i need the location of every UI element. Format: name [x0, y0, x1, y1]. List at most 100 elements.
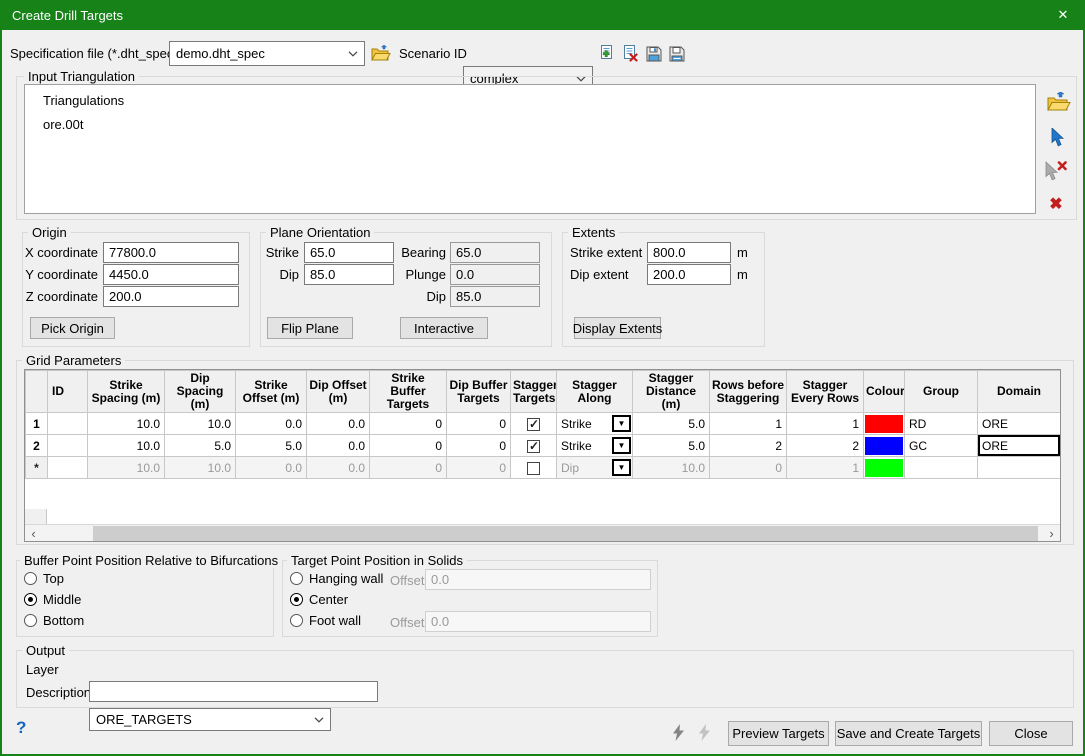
col-header-dip-buffer[interactable]: Dip Buffer Targets [447, 371, 511, 413]
scroll-right-button[interactable]: › [1043, 525, 1060, 542]
z-coordinate-field[interactable] [103, 286, 239, 307]
col-header-strike-spacing[interactable]: Strike Spacing (m) [88, 371, 165, 413]
radio-center[interactable]: Center [290, 592, 348, 607]
scrollbar-thumb[interactable] [93, 526, 1038, 541]
strike-field[interactable] [304, 242, 394, 263]
col-header-colour[interactable]: Colour [864, 371, 905, 413]
cell-strike-offset[interactable]: 0.0 [236, 457, 307, 479]
layer-combobox[interactable]: ORE_TARGETS [89, 708, 331, 731]
cell-stagger-every[interactable]: 2 [787, 435, 864, 457]
col-header-stagger-along[interactable]: Stagger Along [557, 371, 633, 413]
radio-middle[interactable]: Middle [24, 592, 81, 607]
cell-stagger-every[interactable]: 1 [787, 457, 864, 479]
cell-stagger-distance[interactable]: 5.0 [633, 413, 710, 435]
cell-id[interactable] [48, 457, 88, 479]
close-window-button[interactable]: ✕ [1041, 0, 1085, 30]
cell-strike-buffer[interactable]: 0 [370, 413, 447, 435]
cell-id[interactable] [48, 413, 88, 435]
cell-stagger-distance[interactable]: 10.0 [633, 457, 710, 479]
spec-file-combobox[interactable]: demo.dht_spec [169, 41, 365, 66]
cell-stagger-every[interactable]: 1 [787, 413, 864, 435]
list-item[interactable]: ore.00t [25, 108, 1035, 132]
strike-extent-field[interactable] [647, 242, 731, 263]
col-header-id[interactable]: ID [48, 371, 88, 413]
col-header-dip-offset[interactable]: Dip Offset (m) [307, 371, 370, 413]
cell-rows-before[interactable]: 1 [710, 413, 787, 435]
scroll-left-button[interactable]: ‹ [25, 525, 42, 542]
cell-strike-spacing[interactable]: 10.0 [88, 435, 165, 457]
cell-domain-selected[interactable]: ORE [978, 435, 1061, 457]
cell-strike-offset[interactable]: 0.0 [236, 413, 307, 435]
cell-stagger-along[interactable]: Dip▼ [557, 457, 633, 479]
cell-strike-spacing[interactable]: 10.0 [88, 457, 165, 479]
dropdown-button[interactable]: ▼ [612, 459, 631, 476]
select-triangulation-button[interactable] [1048, 126, 1068, 148]
cell-stagger-distance[interactable]: 5.0 [633, 435, 710, 457]
cell-colour[interactable] [864, 413, 905, 435]
cell-stagger-along[interactable]: Strike▼ [557, 435, 633, 457]
dropdown-button[interactable]: ▼ [612, 415, 631, 432]
colour-swatch[interactable] [865, 415, 903, 433]
cell-id[interactable] [48, 435, 88, 457]
row-header[interactable]: * [26, 457, 48, 479]
col-header-stagger-targets[interactable]: Stagger Targets [511, 371, 557, 413]
deselect-triangulation-button[interactable] [1043, 160, 1069, 182]
title-bar[interactable]: Create Drill Targets ✕ [0, 0, 1085, 30]
dip-field[interactable] [304, 264, 394, 285]
radio-foot-wall[interactable]: Foot wall [290, 613, 361, 628]
save-spec-as-button[interactable] [667, 44, 686, 63]
cell-domain[interactable] [978, 457, 1061, 479]
radio-button[interactable] [290, 593, 303, 606]
dropdown-button[interactable]: ▼ [612, 437, 631, 454]
close-button[interactable]: Close [989, 721, 1073, 746]
cell-rows-before[interactable]: 0 [710, 457, 787, 479]
col-header-dip-spacing[interactable]: Dip Spacing (m) [165, 371, 236, 413]
cell-dip-buffer[interactable]: 0 [447, 457, 511, 479]
new-scenario-button[interactable] [598, 44, 617, 63]
browse-spec-button[interactable] [369, 42, 392, 65]
cell-domain[interactable]: ORE [978, 413, 1061, 435]
dip-extent-field[interactable] [647, 264, 731, 285]
col-header-strike-buffer[interactable]: Strike Buffer Targets [370, 371, 447, 413]
save-spec-button[interactable] [644, 44, 663, 63]
col-header-strike-offset[interactable]: Strike Offset (m) [236, 371, 307, 413]
row-header[interactable]: 1 [26, 413, 48, 435]
cell-colour[interactable] [864, 435, 905, 457]
col-header-group[interactable]: Group [905, 371, 978, 413]
col-header-stagger-distance[interactable]: Stagger Distance (m) [633, 371, 710, 413]
cell-dip-buffer[interactable]: 0 [447, 413, 511, 435]
run-bolt-secondary-button[interactable] [695, 722, 713, 742]
cell-dip-offset[interactable]: 0.0 [307, 435, 370, 457]
radio-bottom[interactable]: Bottom [24, 613, 84, 628]
radio-hanging-wall[interactable]: Hanging wall [290, 571, 383, 586]
colour-swatch[interactable] [865, 437, 903, 455]
col-header-rows-before[interactable]: Rows before Staggering [710, 371, 787, 413]
row-header[interactable]: 2 [26, 435, 48, 457]
cell-group[interactable]: GC [905, 435, 978, 457]
stagger-checkbox[interactable] [527, 440, 540, 453]
cell-dip-spacing[interactable]: 10.0 [165, 413, 236, 435]
cell-dip-spacing[interactable]: 10.0 [165, 457, 236, 479]
cell-stagger-targets[interactable] [511, 413, 557, 435]
cell-colour[interactable] [864, 457, 905, 479]
preview-targets-button[interactable]: Preview Targets [728, 721, 829, 746]
col-header-domain[interactable]: Domain [978, 371, 1061, 413]
cell-dip-spacing[interactable]: 5.0 [165, 435, 236, 457]
delete-scenario-button[interactable] [621, 44, 640, 63]
remove-triangulation-button[interactable]: ✖ [1046, 194, 1066, 214]
cell-strike-offset[interactable]: 5.0 [236, 435, 307, 457]
triangulation-list[interactable]: Triangulations ore.00t [24, 84, 1036, 214]
radio-top[interactable]: Top [24, 571, 64, 586]
colour-swatch[interactable] [865, 459, 903, 477]
x-coordinate-field[interactable] [103, 242, 239, 263]
cell-dip-offset[interactable]: 0.0 [307, 457, 370, 479]
cell-strike-spacing[interactable]: 10.0 [88, 413, 165, 435]
cell-strike-buffer[interactable]: 0 [370, 435, 447, 457]
cell-dip-buffer[interactable]: 0 [447, 435, 511, 457]
description-field[interactable] [89, 681, 378, 702]
y-coordinate-field[interactable] [103, 264, 239, 285]
cell-group[interactable] [905, 457, 978, 479]
stagger-checkbox[interactable] [527, 418, 540, 431]
radio-button[interactable] [290, 572, 303, 585]
interactive-button[interactable]: Interactive [400, 317, 488, 339]
